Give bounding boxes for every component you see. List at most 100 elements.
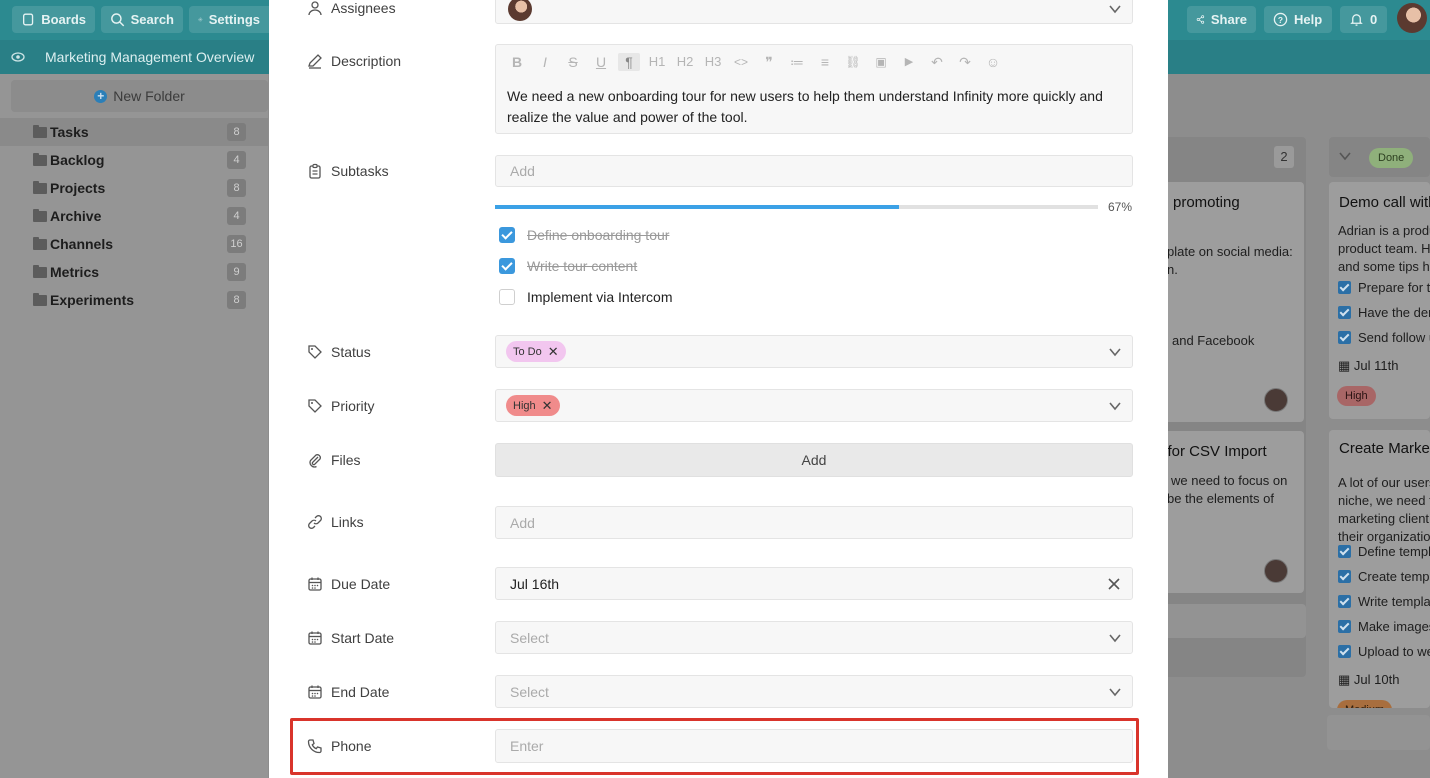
- search-icon: [111, 13, 125, 27]
- bullet-list-icon[interactable]: ≔: [786, 53, 808, 71]
- eye-icon[interactable]: [11, 51, 25, 63]
- board-card[interactable]: Create Market A lot of our users niche, …: [1329, 430, 1430, 708]
- card-text: n.: [1167, 262, 1178, 277]
- chevron-down-icon[interactable]: [1108, 4, 1122, 14]
- chevron-down-icon[interactable]: [1108, 633, 1122, 643]
- boards-button[interactable]: Boards: [12, 6, 95, 33]
- label-text: Links: [331, 514, 364, 530]
- close-icon[interactable]: ✕: [548, 344, 559, 360]
- status-tag-text: To Do: [513, 345, 542, 358]
- description-editor[interactable]: B I S U ¶ H1 H2 H3 <> ❞ ≔ ≡ ⛓ ▣ ▶ ↶ ↷ ☺ …: [495, 44, 1133, 134]
- task-detail-modal: Assignees Description B I S U ¶ H1 H2 H3…: [269, 0, 1168, 778]
- code-icon[interactable]: <>: [730, 53, 752, 71]
- calendar-icon: [308, 577, 322, 591]
- settings-button[interactable]: Settings: [189, 6, 269, 33]
- help-icon: ?: [1273, 12, 1288, 27]
- user-avatar[interactable]: [1397, 3, 1427, 33]
- assignees-label: Assignees: [307, 0, 396, 18]
- end-date-label: End Date: [307, 682, 389, 702]
- checkbox-checked[interactable]: [499, 258, 515, 274]
- editor-toolbar: B I S U ¶ H1 H2 H3 <> ❞ ≔ ≡ ⛓ ▣ ▶ ↶ ↷ ☺: [506, 53, 1004, 71]
- description-text[interactable]: We need a new onboarding tour for new us…: [507, 86, 1117, 128]
- folder-item-tasks[interactable]: Tasks 8: [0, 118, 268, 146]
- subtask-item[interactable]: Write tour content: [499, 258, 637, 274]
- card-checklist-item: Send follow u: [1338, 330, 1430, 345]
- folder-item-metrics[interactable]: Metrics 9: [0, 258, 268, 286]
- priority-select[interactable]: High ✕: [495, 389, 1133, 422]
- chevron-down-icon[interactable]: [1108, 401, 1122, 411]
- links-label: Links: [307, 512, 364, 532]
- end-date-select[interactable]: Select: [495, 675, 1133, 708]
- subtask-text: Implement via Intercom: [527, 289, 673, 305]
- italic-icon[interactable]: I: [534, 53, 556, 71]
- subtasks-placeholder: Add: [510, 163, 535, 179]
- numbered-list-icon[interactable]: ≡: [814, 53, 836, 71]
- search-button[interactable]: Search: [101, 6, 183, 33]
- folder-count: 8: [227, 179, 246, 197]
- folder-count: 8: [227, 291, 246, 309]
- checkbox-unchecked[interactable]: [499, 289, 515, 305]
- column-count-badge: 2: [1274, 146, 1294, 168]
- paragraph-icon[interactable]: ¶: [618, 53, 640, 71]
- assignees-field[interactable]: [495, 0, 1133, 24]
- chevron-down-icon[interactable]: [1108, 347, 1122, 357]
- folder-item-projects[interactable]: Projects 8: [0, 174, 268, 202]
- new-folder-button[interactable]: + New Folder: [11, 80, 268, 112]
- folder-item-channels[interactable]: Channels 16: [0, 230, 268, 258]
- chevron-down-icon[interactable]: [1339, 152, 1351, 161]
- chevron-down-icon[interactable]: [1108, 687, 1122, 697]
- folder-item-backlog[interactable]: Backlog 4: [0, 146, 268, 174]
- due-date-value: Jul 16th: [510, 575, 560, 592]
- heading1-icon[interactable]: H1: [646, 53, 668, 71]
- heading3-icon[interactable]: H3: [702, 53, 724, 71]
- quote-icon[interactable]: ❞: [758, 53, 780, 71]
- card-text: be the elements of: [1167, 491, 1274, 506]
- checkbox-checked[interactable]: [499, 227, 515, 243]
- status-select[interactable]: To Do ✕: [495, 335, 1133, 368]
- card-text: Adrian is a produ: [1338, 223, 1430, 238]
- add-card-button[interactable]: [1327, 715, 1430, 750]
- card-text: product team. H: [1338, 241, 1430, 256]
- subtask-item[interactable]: Define onboarding tour: [499, 227, 669, 243]
- card-title: Demo call with: [1339, 194, 1430, 211]
- folder-item-archive[interactable]: Archive 4: [0, 202, 268, 230]
- notifications-button[interactable]: 0: [1340, 6, 1387, 33]
- assignee-avatar[interactable]: [508, 0, 532, 21]
- help-button[interactable]: ? Help: [1264, 6, 1332, 33]
- help-label: Help: [1294, 12, 1323, 27]
- label-text: Assignees: [331, 0, 396, 16]
- link-icon[interactable]: ⛓: [842, 53, 864, 71]
- start-date-label: Start Date: [307, 628, 394, 648]
- due-date-field[interactable]: Jul 16th: [495, 567, 1133, 600]
- board-card[interactable]: Demo call with Adrian is a produ product…: [1329, 182, 1430, 419]
- checklist-text: Make images: [1358, 619, 1430, 634]
- progress-fill: [495, 205, 899, 209]
- folder-name: Experiments: [50, 292, 135, 308]
- new-folder-label: New Folder: [113, 88, 185, 104]
- strikethrough-icon[interactable]: S: [562, 53, 584, 71]
- links-input[interactable]: Add: [495, 506, 1133, 539]
- start-date-select[interactable]: Select: [495, 621, 1133, 654]
- image-icon[interactable]: ▣: [870, 53, 892, 71]
- subtasks-input[interactable]: Add: [495, 155, 1133, 187]
- notifications-count: 0: [1370, 12, 1378, 27]
- add-file-button[interactable]: Add: [495, 443, 1133, 477]
- redo-icon[interactable]: ↷: [954, 53, 976, 71]
- subtask-item[interactable]: Implement via Intercom: [499, 289, 673, 305]
- label-text: Subtasks: [331, 163, 389, 179]
- share-button[interactable]: Share: [1187, 6, 1256, 33]
- undo-icon[interactable]: ↶: [926, 53, 948, 71]
- folder-name: Archive: [50, 208, 102, 224]
- folder-name: Backlog: [50, 152, 105, 168]
- folder-name: Tasks: [50, 124, 89, 140]
- emoji-icon[interactable]: ☺: [982, 53, 1004, 71]
- video-icon[interactable]: ▶: [898, 53, 920, 71]
- close-icon[interactable]: ✕: [542, 398, 553, 414]
- folder-icon: [33, 124, 47, 138]
- bold-icon[interactable]: B: [506, 53, 528, 71]
- heading2-icon[interactable]: H2: [674, 53, 696, 71]
- underline-icon[interactable]: U: [590, 53, 612, 71]
- folder-item-experiments[interactable]: Experiments 8: [0, 286, 268, 314]
- label-text: Status: [331, 344, 371, 360]
- clear-icon[interactable]: [1108, 578, 1120, 590]
